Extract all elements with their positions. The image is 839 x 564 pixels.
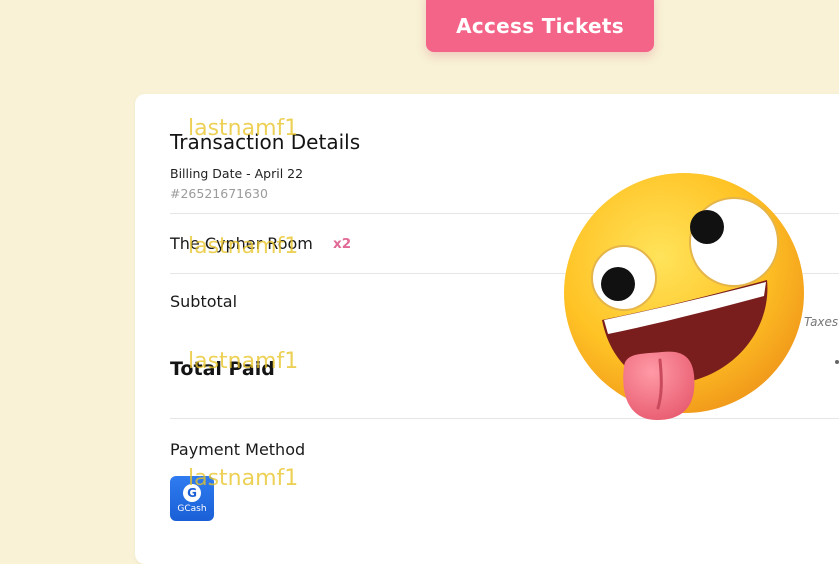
access-tickets-button[interactable]: Access Tickets	[426, 0, 654, 52]
gcash-logo-label: GCash	[177, 503, 207, 514]
item-quantity: x2	[333, 236, 352, 252]
taxes-label: Taxes	[804, 315, 839, 329]
zany-face-tongue-out-icon	[564, 173, 804, 420]
billing-date: Billing Date - April 22	[170, 166, 304, 181]
total-paid-label: Total Paid	[170, 358, 275, 380]
order-id: #26521671630	[170, 186, 268, 201]
subtotal-label: Subtotal	[170, 292, 238, 311]
transaction-title: Transaction Details	[170, 130, 361, 154]
payment-method-label: Payment Method	[170, 440, 306, 459]
gcash-logo[interactable]: G GCash	[170, 476, 214, 521]
gcash-g-icon: G	[183, 483, 201, 502]
total-amount-fragment	[835, 360, 839, 364]
item-name: The Cypher Room	[170, 234, 313, 253]
